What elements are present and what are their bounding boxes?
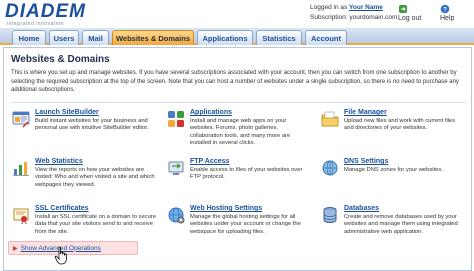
intro-text: This is where you set up and manage webs… — [11, 70, 459, 93]
web-hosting-settings-link[interactable]: Web Hosting Settings — [190, 205, 262, 212]
applications-desc: Install and manage web apps on your webs… — [190, 118, 291, 146]
web-hosting-settings-desc: Manage the global hosting settings for a… — [190, 214, 301, 235]
dns-settings-icon[interactable] — [320, 158, 340, 178]
logout-button[interactable]: Log out — [398, 4, 421, 22]
file-manager-icon[interactable] — [320, 109, 340, 129]
logo-text: DIADEM — [5, 1, 86, 22]
applications-link[interactable]: Applications — [190, 109, 232, 116]
tab-users[interactable]: Users — [49, 30, 79, 45]
launch-sitebuilder-link[interactable]: Launch SiteBuilder — [35, 109, 99, 116]
username-link[interactable]: Your Name — [349, 4, 383, 11]
logout-icon — [399, 5, 407, 13]
file-manager-desc: Upload new files and work with current f… — [344, 118, 456, 132]
page-title: Websites & Domains — [11, 54, 110, 65]
web-hosting-settings-icon[interactable] — [166, 205, 186, 225]
databases-icon[interactable] — [320, 205, 340, 225]
databases-link[interactable]: Databases — [344, 205, 379, 212]
web-statistics-link[interactable]: Web Statistics — [35, 158, 83, 165]
tab-applications[interactable]: Applications — [197, 30, 253, 45]
help-button[interactable]: ? Help — [440, 4, 454, 22]
user-info: Logged in as Your Name Subscription: you… — [310, 3, 400, 23]
main-panel: Websites & Domains This is where you set… — [3, 47, 472, 271]
help-label: Help — [440, 15, 455, 22]
databases-desc: Create and remove databases used by your… — [344, 214, 458, 235]
launch-sitebuilder-desc: Build instant websites for your business… — [35, 118, 149, 132]
dns-settings-link[interactable]: DNS Settings — [344, 158, 388, 165]
file-manager-link[interactable]: File Manager — [344, 109, 387, 116]
logged-in-label: Logged in as — [310, 4, 348, 11]
tab-statistics[interactable]: Statistics — [256, 30, 302, 45]
ssl-certificates-desc: Install an SSL certificate on a domain t… — [35, 214, 156, 235]
logout-label: Log out — [398, 15, 422, 22]
web-statistics-desc: View the reports on how your websites ar… — [35, 167, 155, 188]
ftp-access-desc: Enable access to files of your websites … — [190, 167, 303, 181]
sitebuilder-icon[interactable] — [11, 109, 31, 129]
applications-icon[interactable] — [166, 109, 186, 129]
main-tab-bar: Home Users Mail Websites & Domains Appli… — [0, 28, 474, 45]
ssl-certificates-icon[interactable] — [11, 205, 31, 225]
tab-account[interactable]: Account — [305, 30, 347, 45]
header: DIADEM integrated innovation Logged in a… — [0, 0, 474, 28]
show-advanced-operations-button[interactable]: ▶ Show Advanced Operations — [8, 241, 138, 255]
dns-settings-desc: Manage DNS zones for your websites. — [344, 167, 443, 173]
subscription-label[interactable]: Subscription: yourdomain.com — [310, 13, 400, 23]
hand-cursor-icon — [54, 246, 67, 265]
tab-home[interactable]: Home — [12, 30, 46, 45]
tab-mail[interactable]: Mail — [82, 30, 109, 45]
ftp-access-link[interactable]: FTP Access — [190, 158, 229, 165]
expand-arrow-icon: ▶ — [13, 245, 18, 252]
ftp-access-icon[interactable] — [166, 158, 186, 178]
diadem-logo[interactable]: DIADEM integrated innovation — [5, 2, 86, 27]
divider — [11, 102, 466, 103]
ssl-certificates-link[interactable]: SSL Certificates — [35, 205, 89, 212]
help-icon: ? — [440, 4, 450, 14]
web-statistics-icon[interactable] — [11, 158, 31, 178]
tab-websites-domains[interactable]: Websites & Domains — [112, 30, 194, 45]
svg-text:?: ? — [443, 6, 447, 13]
